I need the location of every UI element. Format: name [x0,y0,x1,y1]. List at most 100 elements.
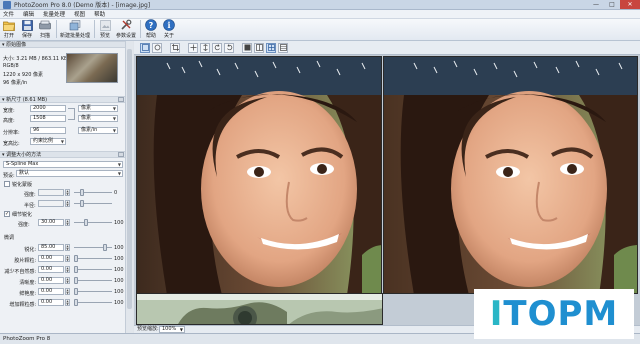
unsharp-mask-checkbox[interactable] [4,181,10,187]
menu-batch[interactable]: 批量处理 [43,10,65,18]
about-button[interactable]: i 关于 [162,19,176,40]
fine-tune-row-input[interactable]: 0.00 [38,299,64,306]
height-input[interactable]: 1508 [30,115,66,122]
unsharp-radius-label: 半径: [24,203,36,209]
fine-tune-row-slider[interactable] [74,255,112,262]
rotate-left-button[interactable] [212,42,222,53]
unsharp-strength-input[interactable] [38,189,64,196]
sharpen-strength-spinner[interactable]: ▲ ▼ [65,219,70,226]
fine-tune-row-spinner[interactable]: ▲ ▼ [65,266,70,273]
split-horizontal-button[interactable] [266,42,276,53]
fine-tune-row-spinner[interactable]: ▲ ▼ [65,299,70,306]
fine-tune-row-slider[interactable] [74,244,112,251]
resolution-input[interactable]: 96 [30,127,66,134]
fine-tune-row-slider[interactable] [74,266,112,273]
scan-button[interactable]: 扫描 [38,19,52,40]
close-button[interactable]: ✕ [620,0,640,9]
width-input[interactable]: 2000 [30,105,66,112]
preset-select[interactable]: 默认 ▼ [16,170,123,177]
preview-pane-result[interactable] [383,56,638,294]
select-tool-button[interactable] [140,42,150,53]
unsharp-radius-slider[interactable] [74,200,112,207]
fine-tune-row-input[interactable]: 0.00 [38,288,64,295]
hand-icon [154,44,160,51]
menu-edit[interactable]: 编辑 [23,10,34,18]
pan-tool-button[interactable] [152,42,162,53]
menu-file[interactable]: 文件 [3,10,14,18]
svg-text:?: ? [149,21,154,30]
quad-view-button[interactable] [278,42,288,53]
zoom-select[interactable]: 100% ▼ [159,326,185,333]
slider-knob[interactable] [74,255,78,262]
fine-tune-row-spinner[interactable]: ▲ ▼ [65,288,70,295]
chevron-down-icon: ▼ [112,128,116,133]
chevron-down-icon: ▼ [117,162,121,167]
slider-knob[interactable] [74,266,78,273]
new-batch-button[interactable]: 新建批量处理 [60,19,90,40]
rotate-right-button[interactable] [224,42,234,53]
original-size-text: 大小: 3.21 MB / 863.11 KB [3,56,68,62]
sharpen-detail-checkbox[interactable]: ✓ [4,211,10,217]
method-select[interactable]: S-Spline Max ▼ [3,161,123,168]
open-button[interactable]: 打开 [2,19,16,40]
unsharp-strength-slider[interactable] [74,189,112,196]
method-menu-button[interactable] [118,152,124,157]
fine-tune-row-input[interactable]: 0.00 [38,266,64,273]
flip-vertical-button[interactable] [200,42,210,53]
original-resolution-text: 96 像素/in [3,80,28,86]
fine-tune-row-spinner[interactable]: ▲ ▼ [65,277,70,284]
preview-pane-original[interactable] [136,56,382,294]
settings-button[interactable]: 参数设置 [116,19,136,40]
crop-tool-button[interactable] [170,42,180,53]
fine-tune-row-spinner[interactable]: ▲ ▼ [65,244,70,251]
resolution-unit-select[interactable]: 像素/in ▼ [78,127,118,134]
title-bar: PhotoZoom Pro 8.0 (Demo 版本) - [image.jpg… [0,0,640,10]
unsharp-radius-spinner[interactable]: ▲ ▼ [65,200,70,207]
slider-knob[interactable] [74,288,78,295]
slider-knob[interactable] [74,299,78,306]
help-button[interactable]: ? 帮助 [144,19,158,40]
width-unit-select[interactable]: 像素 ▼ [78,105,118,112]
fine-tune-row-slider[interactable] [74,288,112,295]
split-vertical-button[interactable] [254,42,264,53]
fine-tune-row-spinner[interactable]: ▲ ▼ [65,255,70,262]
slider-knob[interactable] [103,244,107,251]
resize-method-header[interactable]: ▾ 调整大小的方法 [0,151,125,158]
fine-tune-row-slider[interactable] [74,299,112,306]
new-size-header[interactable]: ▾ 新尺寸 (8.61 MB) [0,96,125,103]
fine-tune-row-label: 鲜艳度: [19,291,36,297]
scrollbar-thumb[interactable] [127,49,132,309]
preview-button[interactable]: 预览 [98,19,112,40]
sharpen-strength-slider[interactable] [74,219,112,226]
maximize-button[interactable]: □ [604,0,620,9]
original-image-header[interactable]: ▾ 原始图像 [0,41,125,48]
save-button[interactable]: 保存 [20,19,34,40]
sharpen-strength-input[interactable]: 30.00 [38,219,64,226]
fine-tune-row-input[interactable]: 85.00 [38,244,64,251]
flip-vertical-icon [202,44,208,51]
sidebar-scrollbar[interactable] [125,41,133,333]
scan-icon [39,19,51,31]
fine-tune-row-input[interactable]: 0.00 [38,277,64,284]
fine-tune-row-max: 100 [114,278,124,284]
minimize-button[interactable]: — [588,0,604,9]
aspect-value: 约束比例 [33,138,54,144]
aspect-lock[interactable] [68,108,75,120]
height-unit-select[interactable]: 像素 ▼ [78,115,118,122]
fine-tune-row-slider[interactable] [74,277,112,284]
unsharp-strength-spinner[interactable]: ▲ ▼ [65,189,70,196]
fine-tune-label: 微调 [4,235,15,241]
slider-knob[interactable] [74,277,78,284]
quad-view-icon [279,44,287,51]
fine-tune-row-input[interactable]: 0.00 [38,255,64,262]
resize-method-title: 调整大小的方法 [6,152,42,158]
preview-pane-bottom[interactable] [136,293,383,325]
menu-help[interactable]: 帮助 [94,10,105,18]
unsharp-radius-input[interactable] [38,200,64,207]
single-view-button[interactable] [242,42,252,53]
fine-tune-row-label: 增加颗粒感: [9,302,36,308]
menu-view[interactable]: 视图 [74,10,85,18]
flip-horizontal-button[interactable] [188,42,198,53]
new-size-menu-button[interactable] [118,97,124,102]
aspect-select[interactable]: 约束比例 ▼ [30,138,66,145]
